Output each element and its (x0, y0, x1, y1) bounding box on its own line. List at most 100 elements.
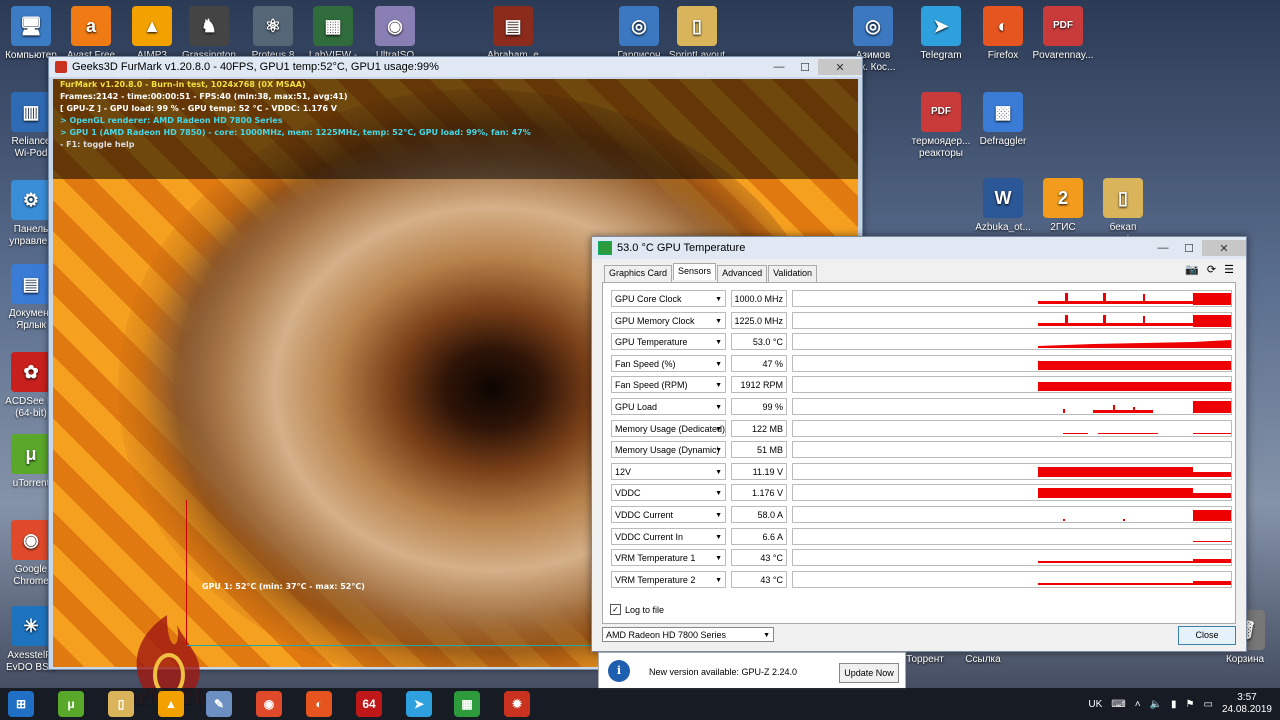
firefox-task[interactable]: ◐ (306, 691, 332, 717)
telegram-task[interactable]: ➤ (406, 691, 432, 717)
sensor-value: 1.176 V (731, 484, 787, 502)
start-button[interactable]: ⊞ (8, 691, 34, 717)
sensor-graph-plot (1038, 340, 1231, 349)
gpuz-titlebar[interactable]: 53.0 °C GPU Temperature — ☐ ✕ (592, 237, 1246, 259)
sensor-graph (792, 506, 1232, 523)
gpu-device-select[interactable]: AMD Radeon HD 7800 Series ▼ (602, 627, 774, 642)
desktop-icon-image: 🖥 (11, 6, 51, 46)
desktop-icon[interactable]: ▯SprintLayout (660, 4, 734, 62)
sensor-value: 51 MB (731, 441, 787, 459)
minimize-button[interactable]: — (1150, 240, 1176, 256)
explorer-task[interactable]: ▯ (108, 691, 134, 717)
sensor-name: GPU Load (615, 402, 658, 412)
sensor-name: VDDC (615, 488, 641, 499)
sensor-row: VRM Temperature 1 ▼ 43 °C (611, 549, 1232, 568)
sensor-name-select[interactable]: Memory Usage (Dedicated) ▼ (611, 419, 726, 437)
sensor-name-select[interactable]: Fan Speed (%) ▼ (611, 354, 726, 372)
aimp-task[interactable]: ▲ (158, 691, 184, 717)
sensor-graph (792, 398, 1232, 415)
sensor-name-select[interactable]: GPU Temperature ▼ (611, 333, 726, 351)
furmark-info-line: [ GPU-Z ] - GPU load: 99 % - GPU temp: 5… (60, 104, 337, 113)
chevron-down-icon: ▼ (715, 555, 722, 563)
furmark-titlebar[interactable]: Geeks3D FurMark v1.20.8.0 - 40FPS, GPU1 … (49, 57, 862, 77)
sensor-name-select[interactable]: Fan Speed (RPM) ▼ (611, 376, 726, 394)
flag-icon[interactable]: ⚑ (1186, 699, 1195, 710)
chevron-up-icon[interactable]: ˄ (1135, 699, 1141, 710)
sensor-name: GPU Core Clock (615, 294, 682, 304)
log-to-file-checkbox[interactable]: ✓ Log to file (610, 604, 664, 615)
aida64-task[interactable]: 64 (356, 691, 382, 717)
sensor-name-select[interactable]: GPU Core Clock ▼ (611, 290, 726, 307)
tab-advanced[interactable]: Advanced (717, 265, 768, 282)
sensor-name-select[interactable]: VDDC ▼ (611, 484, 726, 502)
desktop-icon-label: Ссылка (965, 654, 1001, 665)
desktop-icon[interactable]: PDF Povarennay... (1026, 4, 1100, 62)
tab-graphics-card[interactable]: Graphics Card (604, 265, 673, 282)
sensor-graph (792, 570, 1232, 588)
language-indicator[interactable]: UK (1088, 699, 1102, 710)
menu-icon[interactable]: ☰ (1224, 263, 1234, 276)
chevron-down-icon: ▼ (715, 296, 722, 303)
sensor-graph (792, 419, 1232, 437)
sensor-name-select[interactable]: VRM Temperature 1 ▼ (611, 549, 726, 567)
furmark-task[interactable]: ✹ (504, 691, 530, 717)
maximize-button[interactable]: ☐ (792, 59, 818, 75)
info-icon: i (608, 660, 630, 682)
gpuz-close-button[interactable]: Close (1178, 626, 1236, 645)
desktop-icon[interactable]: ♞Grassington (172, 4, 246, 62)
sensor-value: 11.19 V (731, 462, 787, 480)
sensor-name-select[interactable]: VRM Temperature 2 ▼ (611, 570, 726, 588)
gpuz-task[interactable]: ▦ (454, 691, 480, 717)
desktop-icon-label: Корзина (1225, 654, 1265, 665)
keyboard-icon[interactable]: ⌨ (1111, 699, 1125, 710)
chrome-task[interactable]: ◉ (256, 691, 282, 717)
minimize-button[interactable]: — (766, 59, 792, 75)
sensor-value: 58.0 A (731, 506, 787, 523)
tab-sensors[interactable]: Sensors (673, 263, 717, 280)
desktop-icon-image: ▲ (132, 6, 172, 46)
furmark-info-line: > GPU 1 (AMD Radeon HD 7850) - core: 100… (60, 128, 531, 137)
clock[interactable]: 3:57 24.08.2019 (1222, 692, 1272, 716)
sensor-name: VDDC Current (615, 510, 674, 520)
sensor-name-select[interactable]: VDDC Current In ▼ (611, 527, 726, 545)
close-button[interactable]: ✕ (818, 59, 862, 75)
volume-icon[interactable]: 🔈 (1150, 699, 1162, 710)
sensor-graph (792, 462, 1232, 480)
chevron-down-icon: ▼ (715, 339, 722, 347)
sensor-name-select[interactable]: GPU Load ▼ (611, 398, 726, 415)
furmark-window-title: Geeks3D FurMark v1.20.8.0 - 40FPS, GPU1 … (72, 61, 439, 73)
desktop-icon-image: ✿ (11, 352, 51, 392)
sensor-name-select[interactable]: Memory Usage (Dynamic) ▼ (611, 441, 726, 459)
sensor-name-select[interactable]: 12V ▼ (611, 462, 726, 480)
maximize-button[interactable]: ☐ (1176, 240, 1202, 256)
sensor-name-select[interactable]: VDDC Current ▼ (611, 506, 726, 523)
update-now-button[interactable]: Update Now (839, 663, 899, 683)
refresh-icon[interactable]: ⟳ (1207, 263, 1216, 276)
desktop-icon[interactable]: ◉UltraISO (358, 4, 432, 62)
checkbox-checked-icon[interactable]: ✓ (610, 604, 621, 615)
furmark-info-line: Frames:2142 - time:00:00:51 - FPS:40 (mi… (60, 92, 348, 101)
desktop-icon-image: ✳ (11, 606, 51, 646)
tab-validation[interactable]: Validation (768, 265, 817, 282)
sensor-graph (792, 333, 1232, 351)
close-button[interactable]: ✕ (1202, 240, 1246, 256)
chevron-down-icon: ▼ (715, 490, 722, 498)
utorrent-task[interactable]: μ (58, 691, 84, 717)
sensor-row: Fan Speed (RPM) ▼ 1912 RPM (611, 376, 1232, 395)
chevron-down-icon: ▼ (715, 576, 722, 584)
network-icon[interactable]: ▮ (1171, 699, 1177, 710)
sensor-graph (792, 354, 1232, 372)
desktop-icon-image: ◐ (983, 6, 1023, 46)
camera-icon[interactable]: 📷 (1185, 263, 1199, 276)
desktop-icon-image: 2 (1043, 178, 1083, 218)
desktop-icon[interactable]: ▤Abraham_e (476, 4, 550, 62)
desktop-icon[interactable]: ▩ Defraggler (966, 90, 1040, 148)
screen-icon[interactable]: ▭ (1203, 699, 1212, 710)
paint-task[interactable]: ✎ (206, 691, 232, 717)
gpuz-window-title: 53.0 °C GPU Temperature (617, 242, 746, 254)
sensor-name-select[interactable]: GPU Memory Clock ▼ (611, 311, 726, 329)
gpuz-window[interactable]: 53.0 °C GPU Temperature — ☐ ✕ Graphics C… (591, 236, 1247, 652)
sensor-graph (792, 441, 1232, 459)
desktop-icon-image: ⚛ (253, 6, 293, 46)
sensor-graph (792, 527, 1232, 545)
